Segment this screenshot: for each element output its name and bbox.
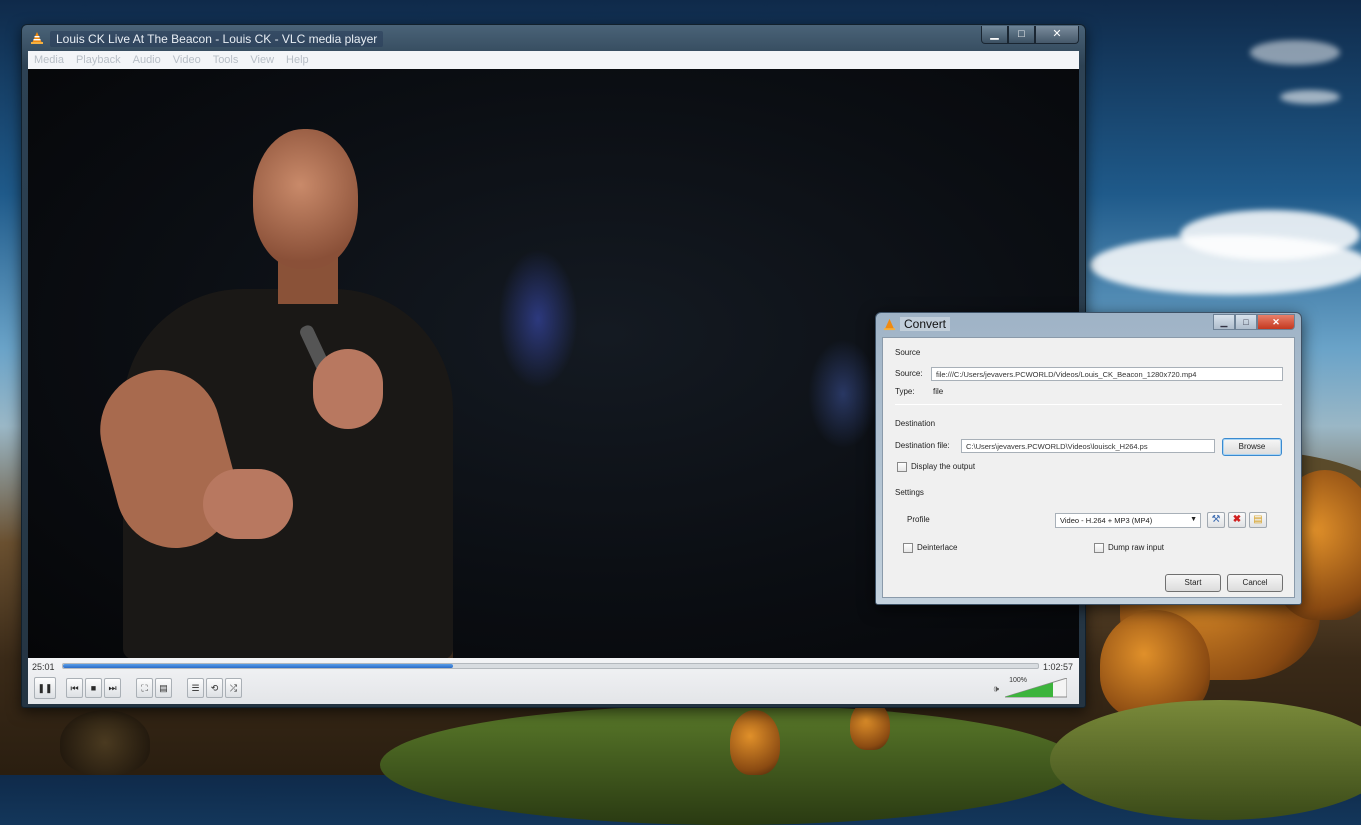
vlc-window-title: Louis CK Live At The Beacon - Louis CK -… [50, 31, 384, 47]
menu-audio[interactable]: Audio [133, 54, 161, 66]
cancel-button[interactable]: Cancel [1227, 574, 1283, 592]
settings-section-heading: Settings [895, 488, 924, 497]
profile-select[interactable]: Video - H.264 + MP3 (MP4) ▼ [1055, 513, 1201, 528]
profile-select-value: Video - H.264 + MP3 (MP4) [1060, 516, 1153, 525]
seek-bar[interactable] [62, 663, 1039, 669]
convert-caption-buttons: ▁ □ ✕ [1213, 314, 1295, 330]
dump-raw-input-checkbox[interactable] [1094, 543, 1104, 553]
loop-button[interactable]: ⟲ [206, 678, 223, 698]
display-output-checkbox[interactable] [897, 462, 907, 472]
type-label: Type: [895, 387, 915, 396]
stage-light [808, 339, 878, 449]
comedian-head [253, 129, 358, 269]
maximize-button[interactable]: □ [1008, 26, 1035, 44]
deinterlace-label: Deinterlace [917, 543, 958, 552]
destination-section-heading: Destination [895, 419, 936, 428]
destination-file-label: Destination file: [895, 441, 950, 450]
edit-profile-button[interactable]: ⚒ [1207, 512, 1225, 528]
menu-media[interactable]: Media [34, 54, 64, 66]
stop-button[interactable]: ■ [85, 678, 102, 698]
browse-button[interactable]: Browse [1222, 438, 1282, 456]
source-label: Source: [895, 369, 923, 378]
comedian-hand [313, 349, 383, 429]
seek-progress [63, 664, 453, 668]
time-total: 1:02:57 [1042, 662, 1073, 672]
close-button[interactable]: ✕ [1035, 26, 1079, 44]
vlc-menubar: Media Playback Audio Video Tools View He… [28, 51, 1079, 69]
menu-help[interactable]: Help [286, 54, 309, 66]
delete-profile-button[interactable]: ✖ [1228, 512, 1246, 528]
new-document-icon: ▤ [1253, 514, 1263, 525]
comedian-hand [203, 469, 293, 539]
source-field[interactable]: file:///C:/Users/jevavers.PCWORLD/Videos… [931, 367, 1283, 381]
chevron-down-icon: ▼ [1190, 516, 1197, 523]
delete-icon: ✖ [1232, 514, 1242, 525]
destination-file-field[interactable]: C:\Users\jevavers.PCWORLD\Videos\louisck… [961, 439, 1215, 453]
menu-view[interactable]: View [250, 54, 274, 66]
minimize-button[interactable]: ▁ [981, 26, 1008, 44]
vlc-cone-icon [883, 318, 896, 331]
time-elapsed: 25:01 [32, 662, 55, 672]
new-profile-button[interactable]: ▤ [1249, 512, 1267, 528]
next-button[interactable]: ⏭ [104, 678, 121, 698]
speaker-icon[interactable]: 🕩 [993, 684, 999, 695]
convert-minimize-button[interactable]: ▁ [1213, 314, 1235, 330]
convert-maximize-button[interactable]: □ [1235, 314, 1257, 330]
section-divider [895, 404, 1282, 405]
display-output-label: Display the output [911, 462, 976, 471]
wrench-icon: ⚒ [1211, 514, 1221, 525]
play-pause-button[interactable]: ❚❚ [34, 677, 56, 699]
convert-dialog: Convert ▁ □ ✕ Source Source: file:///C:/… [875, 312, 1302, 605]
volume-slider[interactable] [1005, 678, 1067, 698]
playlist-button[interactable]: ☰ [187, 678, 204, 698]
previous-button[interactable]: ⏮ [66, 678, 83, 698]
convert-dialog-title: Convert [900, 317, 951, 331]
dump-raw-input-label: Dump raw input [1108, 543, 1165, 552]
profile-label: Profile [907, 515, 930, 524]
source-section-heading: Source [895, 348, 921, 357]
deinterlace-checkbox[interactable] [903, 543, 913, 553]
menu-video[interactable]: Video [173, 54, 201, 66]
convert-close-button[interactable]: ✕ [1257, 314, 1295, 330]
vlc-caption-buttons: ▁ □ ✕ [981, 26, 1079, 44]
menu-tools[interactable]: Tools [213, 54, 239, 66]
extended-settings-button[interactable]: ▤ [155, 678, 172, 698]
vlc-cone-icon [31, 32, 43, 44]
convert-dialog-body: Source Source: file:///C:/Users/jevavers… [882, 337, 1295, 598]
random-button[interactable]: ⤮ [225, 678, 242, 698]
type-value: file [933, 387, 944, 396]
stage-light [498, 249, 578, 389]
fullscreen-button[interactable]: ⛶ [136, 678, 153, 698]
vlc-titlebar[interactable]: Louis CK Live At The Beacon - Louis CK -… [22, 25, 1085, 51]
menu-playback[interactable]: Playback [76, 54, 121, 66]
playback-controls: 25:01 1:02:57 ❚❚ ⏮ ■ ⏭ ⛶ ▤ ☰ ⟲ ⤮ 🕩 100% [28, 658, 1079, 704]
start-button[interactable]: Start [1165, 574, 1221, 592]
